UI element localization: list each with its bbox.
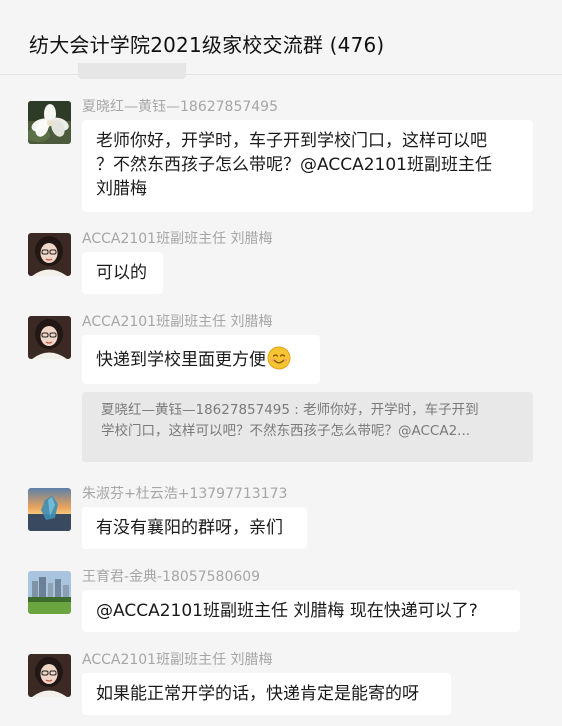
previous-message-stub [78, 63, 186, 79]
sender-name: ACCA2101班副班主任 刘腊梅 [82, 652, 273, 668]
sunset-crystal-avatar[interactable] [28, 488, 71, 531]
woman-glasses-avatar[interactable] [28, 654, 71, 697]
chat-title: 纺大会计学院2021级家校交流群 (476) [29, 33, 385, 57]
sender-name: 朱淑芬+杜云浩+13797713173 [82, 486, 288, 502]
quoted-message[interactable]: 夏晓红—黄钰—18627857495 : 老师你好，开学时，车子开到 学校门口，… [82, 392, 533, 462]
message-text-line: 如果能正常开学的话，快递肯定是能寄的呀 [96, 684, 419, 704]
message-text-line: 有没有襄阳的群呀，亲们 [96, 518, 283, 538]
message-bubble[interactable]: 快递到学校里面更方便 [82, 335, 320, 384]
message-text-line: 老师你好，开学时，车子开到学校门口，这样可以吧 [96, 131, 487, 151]
sender-name: ACCA2101班副班主任 刘腊梅 [82, 231, 273, 247]
quoted-message-line: 夏晓红—黄钰—18627857495 : 老师你好，开学时，车子开到 [101, 402, 479, 418]
message-bubble[interactable]: 老师你好，开学时，车子开到学校门口，这样可以吧 ？不然东西孩子怎么带呢？@ACC… [82, 120, 533, 212]
smiling-face-emoji [267, 346, 291, 377]
sender-name: ACCA2101班副班主任 刘腊梅 [82, 314, 273, 330]
message-text-line: 快递到学校里面更方便 [96, 350, 266, 370]
message-text-line: 可以的 [96, 263, 147, 283]
sender-name: 王育君-金典-18057580609 [82, 569, 261, 585]
quoted-message-line: 学校门口，这样可以吧？不然东西孩子怎么带呢？@ACCA2... [101, 423, 471, 439]
message-text-line: 刘腊梅 [96, 179, 147, 199]
message-text-line: ？不然东西孩子怎么带呢？@ACCA2101班副班主任 [96, 155, 492, 175]
message-bubble[interactable]: 如果能正常开学的话，快递肯定是能寄的呀 [82, 673, 451, 715]
woman-glasses-avatar[interactable] [28, 316, 71, 359]
message-bubble[interactable]: @ACCA2101班副班主任 刘腊梅 现在快递可以了? [82, 590, 520, 632]
city-park-avatar[interactable] [28, 571, 71, 614]
message-bubble[interactable]: 有没有襄阳的群呀，亲们 [82, 507, 307, 549]
sender-name: 夏晓红—黄钰—18627857495 [82, 99, 278, 115]
gardenia-flower-avatar[interactable] [28, 101, 71, 144]
woman-glasses-avatar[interactable] [28, 233, 71, 276]
message-text-line: @ACCA2101班副班主任 刘腊梅 现在快递可以了? [96, 601, 478, 621]
message-bubble[interactable]: 可以的 [82, 252, 163, 294]
